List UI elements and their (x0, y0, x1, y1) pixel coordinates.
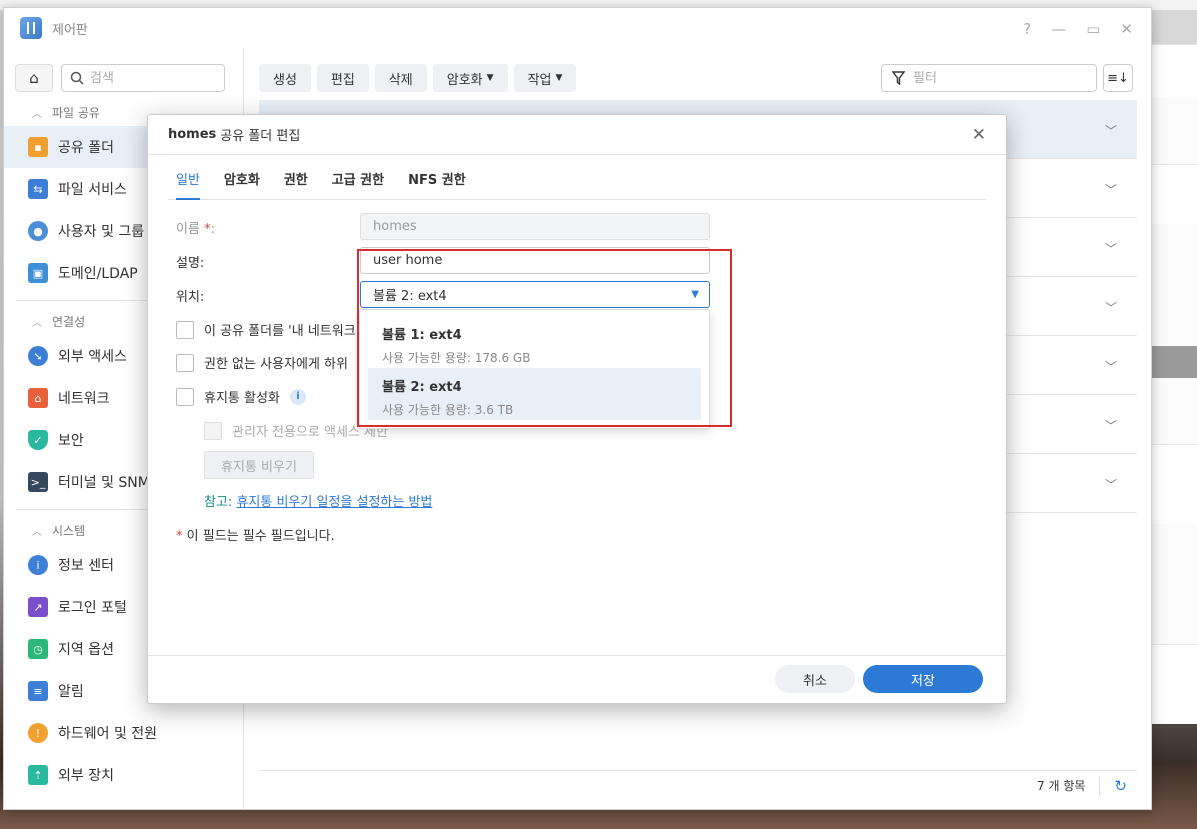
checkbox-my-network[interactable]: 이 공유 폴더를 '내 네트워크 (176, 320, 356, 339)
chevron-down-icon[interactable]: ﹀ (1105, 358, 1117, 375)
notification-icon: ≡ (28, 681, 48, 701)
regional-options-icon: ◷ (28, 639, 48, 659)
description-field[interactable]: user home (360, 247, 710, 274)
chevron-up-icon: ︿ (32, 526, 42, 538)
background-window-right (1152, 44, 1197, 724)
shield-icon: ✓ (28, 430, 48, 450)
required-field-note: * 이 필드는 필수 필드입니다. (176, 529, 335, 544)
search-icon (70, 71, 84, 85)
note: 참고: 휴지통 비우기 일정을 설정하는 방법 (204, 495, 433, 510)
refresh-icon[interactable]: ↻ (1114, 777, 1127, 795)
dialog-title-folder: homes (168, 127, 217, 142)
external-device-icon: ⇡ (28, 765, 48, 785)
divider (1099, 776, 1101, 795)
option-volume-1[interactable]: 볼륨 1: ext4 사용 가능한 용량: 178.6 GB (368, 316, 701, 368)
checkbox-recycle-bin[interactable]: 휴지통 활성화 i (176, 387, 306, 406)
caret-down-icon: ▼ (555, 73, 563, 83)
info-icon: i (28, 555, 48, 575)
location-select[interactable]: 볼륨 2: ext4 ▼ (360, 281, 710, 308)
sort-button[interactable]: ≡↓ (1103, 64, 1133, 92)
create-button[interactable]: 생성 (259, 64, 311, 92)
tab-nfs-permissions[interactable]: NFS 권한 (408, 167, 466, 200)
dialog-tabs: 일반 암호화 권한 고급 권한 NFS 권한 (168, 167, 986, 200)
sidebar-item-hardware-power[interactable]: ! 하드웨어 및 전원 (4, 712, 243, 754)
checkbox-unauthorized-users[interactable]: 권한 없는 사용자에게 하위 (176, 353, 348, 372)
action-button[interactable]: 작업 ▼ (513, 64, 577, 92)
home-button[interactable]: ⌂ (15, 64, 53, 92)
cancel-button[interactable]: 취소 (775, 665, 855, 693)
network-icon: ⌂ (28, 388, 48, 408)
chevron-down-icon[interactable]: ﹀ (1105, 122, 1117, 139)
close-icon[interactable]: ✕ (972, 125, 986, 145)
terminal-icon: >_ (28, 472, 48, 492)
caret-down-icon: ▼ (486, 73, 494, 83)
window-title: 제어판 (52, 22, 88, 38)
name-field: homes (360, 213, 710, 240)
toolbar: 생성 편집 삭제 암호화 ▼ 작업 ▼ (259, 64, 577, 92)
folder-icon: ▪ (28, 137, 48, 157)
chevron-up-icon: ︿ (32, 108, 42, 120)
location-dropdown: 볼륨 1: ext4 사용 가능한 용량: 178.6 GB 볼륨 2: ext… (359, 309, 710, 429)
login-portal-icon: ↗ (28, 597, 48, 617)
chevron-down-icon[interactable]: ﹀ (1105, 181, 1117, 198)
chevron-down-icon[interactable]: ﹀ (1105, 240, 1117, 257)
tab-general[interactable]: 일반 (176, 167, 200, 200)
filter-box[interactable] (881, 64, 1097, 92)
chevron-down-icon[interactable]: ﹀ (1105, 417, 1117, 434)
filter-icon (892, 71, 905, 85)
external-access-icon: ➘ (28, 346, 48, 366)
close-icon[interactable]: ✕ (1120, 20, 1133, 38)
checkbox (204, 421, 222, 440)
sort-icon: ≡↓ (1107, 70, 1129, 86)
domain-icon: ▣ (28, 263, 48, 283)
dialog-header: homes 공유 폴더 편집 (148, 115, 1006, 155)
filter-input[interactable] (913, 70, 1073, 86)
dialog-footer: 취소 저장 (148, 655, 1006, 703)
checkbox[interactable] (176, 320, 194, 339)
list-footer: 7 개 항목 ↻ (259, 770, 1137, 800)
search-input[interactable] (90, 70, 210, 86)
description-label: 설명: (176, 256, 205, 271)
sidebar-search[interactable] (61, 64, 225, 92)
option-volume-2[interactable]: 볼륨 2: ext4 사용 가능한 용량: 3.6 TB (368, 368, 701, 420)
delete-button[interactable]: 삭제 (374, 64, 427, 92)
info-icon[interactable]: i (289, 388, 306, 405)
dialog-title: 공유 폴더 편집 (220, 129, 301, 144)
home-icon: ⌂ (29, 69, 39, 87)
control-panel-icon (20, 17, 42, 39)
chevron-down-icon[interactable]: ﹀ (1105, 476, 1117, 493)
chevron-down-icon[interactable]: ﹀ (1105, 299, 1117, 316)
tab-permissions[interactable]: 권한 (284, 167, 308, 200)
help-icon[interactable]: ? (1023, 20, 1031, 38)
name-label: 이름 *: (176, 222, 215, 237)
file-services-icon: ⇆ (28, 179, 48, 199)
tab-encryption[interactable]: 암호화 (224, 167, 260, 200)
edit-button[interactable]: 편집 (316, 64, 369, 92)
maximize-icon[interactable]: ▭ (1086, 20, 1100, 38)
caret-down-icon: ▼ (691, 289, 699, 300)
chevron-up-icon: ︿ (32, 317, 42, 329)
minimize-icon[interactable]: — (1051, 20, 1066, 38)
empty-recycle-bin-button: 휴지통 비우기 (204, 451, 314, 479)
tab-advanced-permissions[interactable]: 고급 권한 (332, 167, 384, 200)
recycle-bin-schedule-link[interactable]: 휴지통 비우기 일정을 설정하는 방법 (236, 495, 432, 510)
checkbox[interactable] (176, 353, 194, 372)
location-label: 위치: (176, 290, 205, 305)
save-button[interactable]: 저장 (863, 665, 983, 693)
encrypt-button[interactable]: 암호화 ▼ (432, 64, 508, 92)
lightbulb-icon: ! (28, 723, 48, 743)
title-bar: 제어판 ? — ▭ ✕ (4, 8, 1151, 48)
sidebar-item-external-devices[interactable]: ⇡ 외부 장치 (4, 754, 243, 796)
users-icon: ● (28, 221, 48, 241)
checkbox[interactable] (176, 387, 194, 406)
item-count: 7 개 항목 (1037, 779, 1086, 793)
